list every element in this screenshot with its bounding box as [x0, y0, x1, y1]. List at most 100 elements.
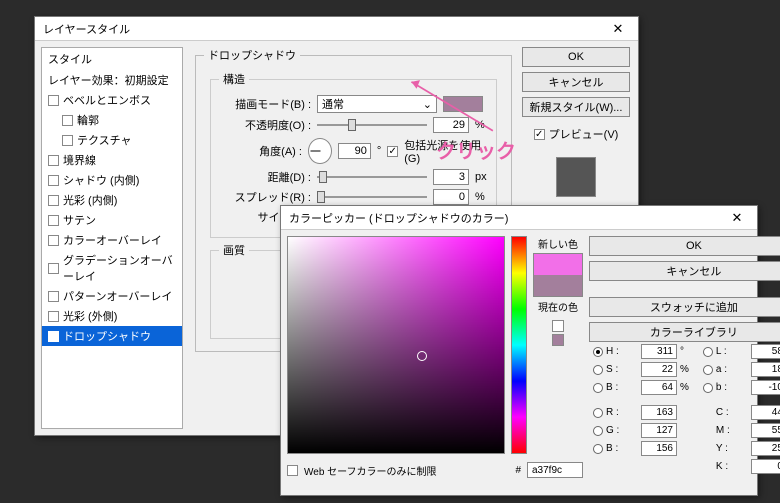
sidebar-item[interactable]: 境界線 — [42, 150, 182, 170]
new-style-button[interactable]: 新規スタイル(W)... — [522, 97, 630, 117]
add-swatch-button[interactable]: スウォッチに追加 — [589, 297, 780, 317]
chevron-down-icon: ⌄ — [423, 98, 432, 111]
s-input[interactable]: 22 — [641, 362, 677, 377]
hex-input[interactable]: a37f9c — [527, 462, 583, 478]
checkbox-icon[interactable] — [48, 95, 59, 106]
shadow-color-swatch[interactable] — [443, 96, 483, 112]
titlebar[interactable]: レイヤースタイル ✕ — [35, 17, 638, 41]
sidebar-item[interactable]: シャドウ (内側) — [42, 170, 182, 190]
angle-input[interactable]: 90 — [338, 143, 371, 159]
distance-label: 距離(D) : — [219, 169, 311, 185]
checkbox-icon[interactable] — [62, 115, 73, 126]
a-input[interactable]: 18 — [751, 362, 780, 377]
dialog-buttons: OK キャンセル 新規スタイル(W)... プレビュー(V) — [522, 47, 630, 197]
blend-mode-label: 描画モード(B) : — [219, 96, 311, 112]
sidebar-item-label: シャドウ (内側) — [63, 172, 139, 188]
checkbox-icon[interactable] — [48, 235, 59, 246]
spread-input[interactable]: 0 — [433, 189, 469, 205]
checkbox-icon[interactable] — [48, 263, 59, 274]
sidebar-item-label: ベベルとエンボス — [63, 92, 151, 108]
current-color-swatch — [534, 275, 582, 296]
sidebar-item-label: カラーオーバーレイ — [63, 232, 162, 248]
h-radio[interactable] — [593, 347, 603, 357]
r-radio[interactable] — [593, 408, 603, 418]
ok-button[interactable]: OK — [522, 47, 630, 67]
bhsb-input[interactable]: 64 — [641, 380, 677, 395]
checkbox-icon[interactable] — [48, 331, 59, 342]
close-icon[interactable]: ✕ — [602, 19, 634, 39]
checkbox-icon[interactable] — [62, 135, 73, 146]
new-current-swatch[interactable] — [533, 253, 583, 297]
sidebar-item-label: 光彩 (外側) — [63, 308, 117, 324]
k-input[interactable]: 0 — [751, 459, 780, 474]
l-input[interactable]: 58 — [751, 344, 780, 359]
color-picker-dialog: カラーピッカー (ドロップシャドウのカラー) ✕ 新しい色 現在の色 — [280, 205, 758, 496]
sidebar-item[interactable]: 光彩 (内側) — [42, 190, 182, 210]
blend-mode-select[interactable]: 通常 ⌄ — [317, 95, 437, 113]
angle-dial[interactable] — [308, 138, 332, 164]
cancel-button[interactable]: キャンセル — [589, 261, 780, 281]
brgb-radio[interactable] — [593, 444, 603, 454]
sidebar-item-label: パターンオーバーレイ — [63, 288, 172, 304]
g-radio[interactable] — [593, 426, 603, 436]
sidebar-item[interactable]: ドロップシャドウ — [42, 326, 182, 346]
y-input[interactable]: 25 — [751, 441, 780, 456]
opacity-input[interactable]: 29 — [433, 117, 469, 133]
sidebar-item[interactable]: グラデーションオーバーレイ — [42, 250, 182, 286]
sidebar-item[interactable]: 輪郭 — [42, 110, 182, 130]
blab-radio[interactable] — [703, 383, 713, 393]
sidebar-item[interactable]: カラーオーバーレイ — [42, 230, 182, 250]
spread-slider[interactable] — [317, 190, 427, 204]
s-radio[interactable] — [593, 365, 603, 375]
brgb-input[interactable]: 156 — [641, 441, 677, 456]
cancel-button[interactable]: キャンセル — [522, 72, 630, 92]
distance-input[interactable]: 3 — [433, 169, 469, 185]
new-color-label: 新しい色 — [538, 236, 578, 251]
ok-button[interactable]: OK — [589, 236, 780, 256]
color-libraries-button[interactable]: カラーライブラリ — [589, 322, 780, 342]
a-radio[interactable] — [703, 365, 713, 375]
checkbox-icon[interactable] — [48, 195, 59, 206]
cube-icon[interactable] — [552, 334, 564, 346]
sidebar-item[interactable]: サテン — [42, 210, 182, 230]
sidebar-item[interactable]: パターンオーバーレイ — [42, 286, 182, 306]
global-light-label: 包括光源を使用(G) — [404, 137, 488, 165]
window-title: レイヤースタイル — [43, 21, 130, 37]
preview-checkbox[interactable] — [534, 129, 545, 140]
sidebar-defaults[interactable]: レイヤー効果：初期設定 — [42, 70, 182, 90]
sidebar-item-label: サテン — [63, 212, 96, 228]
sidebar-item[interactable]: 光彩 (外側) — [42, 306, 182, 326]
m-input[interactable]: 55 — [751, 423, 780, 438]
global-light-checkbox[interactable] — [387, 146, 398, 157]
checkbox-icon[interactable] — [48, 291, 59, 302]
opacity-slider[interactable] — [317, 118, 427, 132]
checkbox-icon[interactable] — [48, 155, 59, 166]
hue-slider[interactable] — [511, 236, 527, 454]
sv-picker[interactable] — [287, 236, 505, 454]
sidebar-item-label: ドロップシャドウ — [63, 328, 151, 344]
distance-slider[interactable] — [317, 170, 427, 184]
checkbox-icon[interactable] — [48, 215, 59, 226]
cube-icon[interactable] — [552, 320, 564, 332]
blab-input[interactable]: -10 — [751, 380, 780, 395]
checkbox-icon[interactable] — [48, 175, 59, 186]
websafe-checkbox[interactable] — [287, 465, 298, 476]
c-input[interactable]: 44 — [751, 405, 780, 420]
styles-sidebar: スタイル レイヤー効果：初期設定 ベベルとエンボス輪郭テクスチャ境界線シャドウ … — [41, 47, 183, 429]
sidebar-item-label: テクスチャ — [77, 132, 132, 148]
sidebar-item[interactable]: テクスチャ — [42, 130, 182, 150]
g-input[interactable]: 127 — [641, 423, 677, 438]
b-radio[interactable] — [593, 383, 603, 393]
picker-ring-icon — [417, 351, 427, 361]
current-color-label: 現在の色 — [538, 299, 578, 314]
sidebar-item-label: グラデーションオーバーレイ — [63, 252, 176, 284]
close-icon[interactable]: ✕ — [721, 208, 753, 228]
websafe-label: Web セーフカラーのみに制限 — [304, 463, 437, 478]
sidebar-item[interactable]: ベベルとエンボス — [42, 90, 182, 110]
checkbox-icon[interactable] — [48, 311, 59, 322]
r-input[interactable]: 163 — [641, 405, 677, 420]
h-input[interactable]: 311 — [641, 344, 677, 359]
l-radio[interactable] — [703, 347, 713, 357]
preview-swatch — [556, 157, 596, 197]
titlebar[interactable]: カラーピッカー (ドロップシャドウのカラー) ✕ — [281, 206, 757, 230]
